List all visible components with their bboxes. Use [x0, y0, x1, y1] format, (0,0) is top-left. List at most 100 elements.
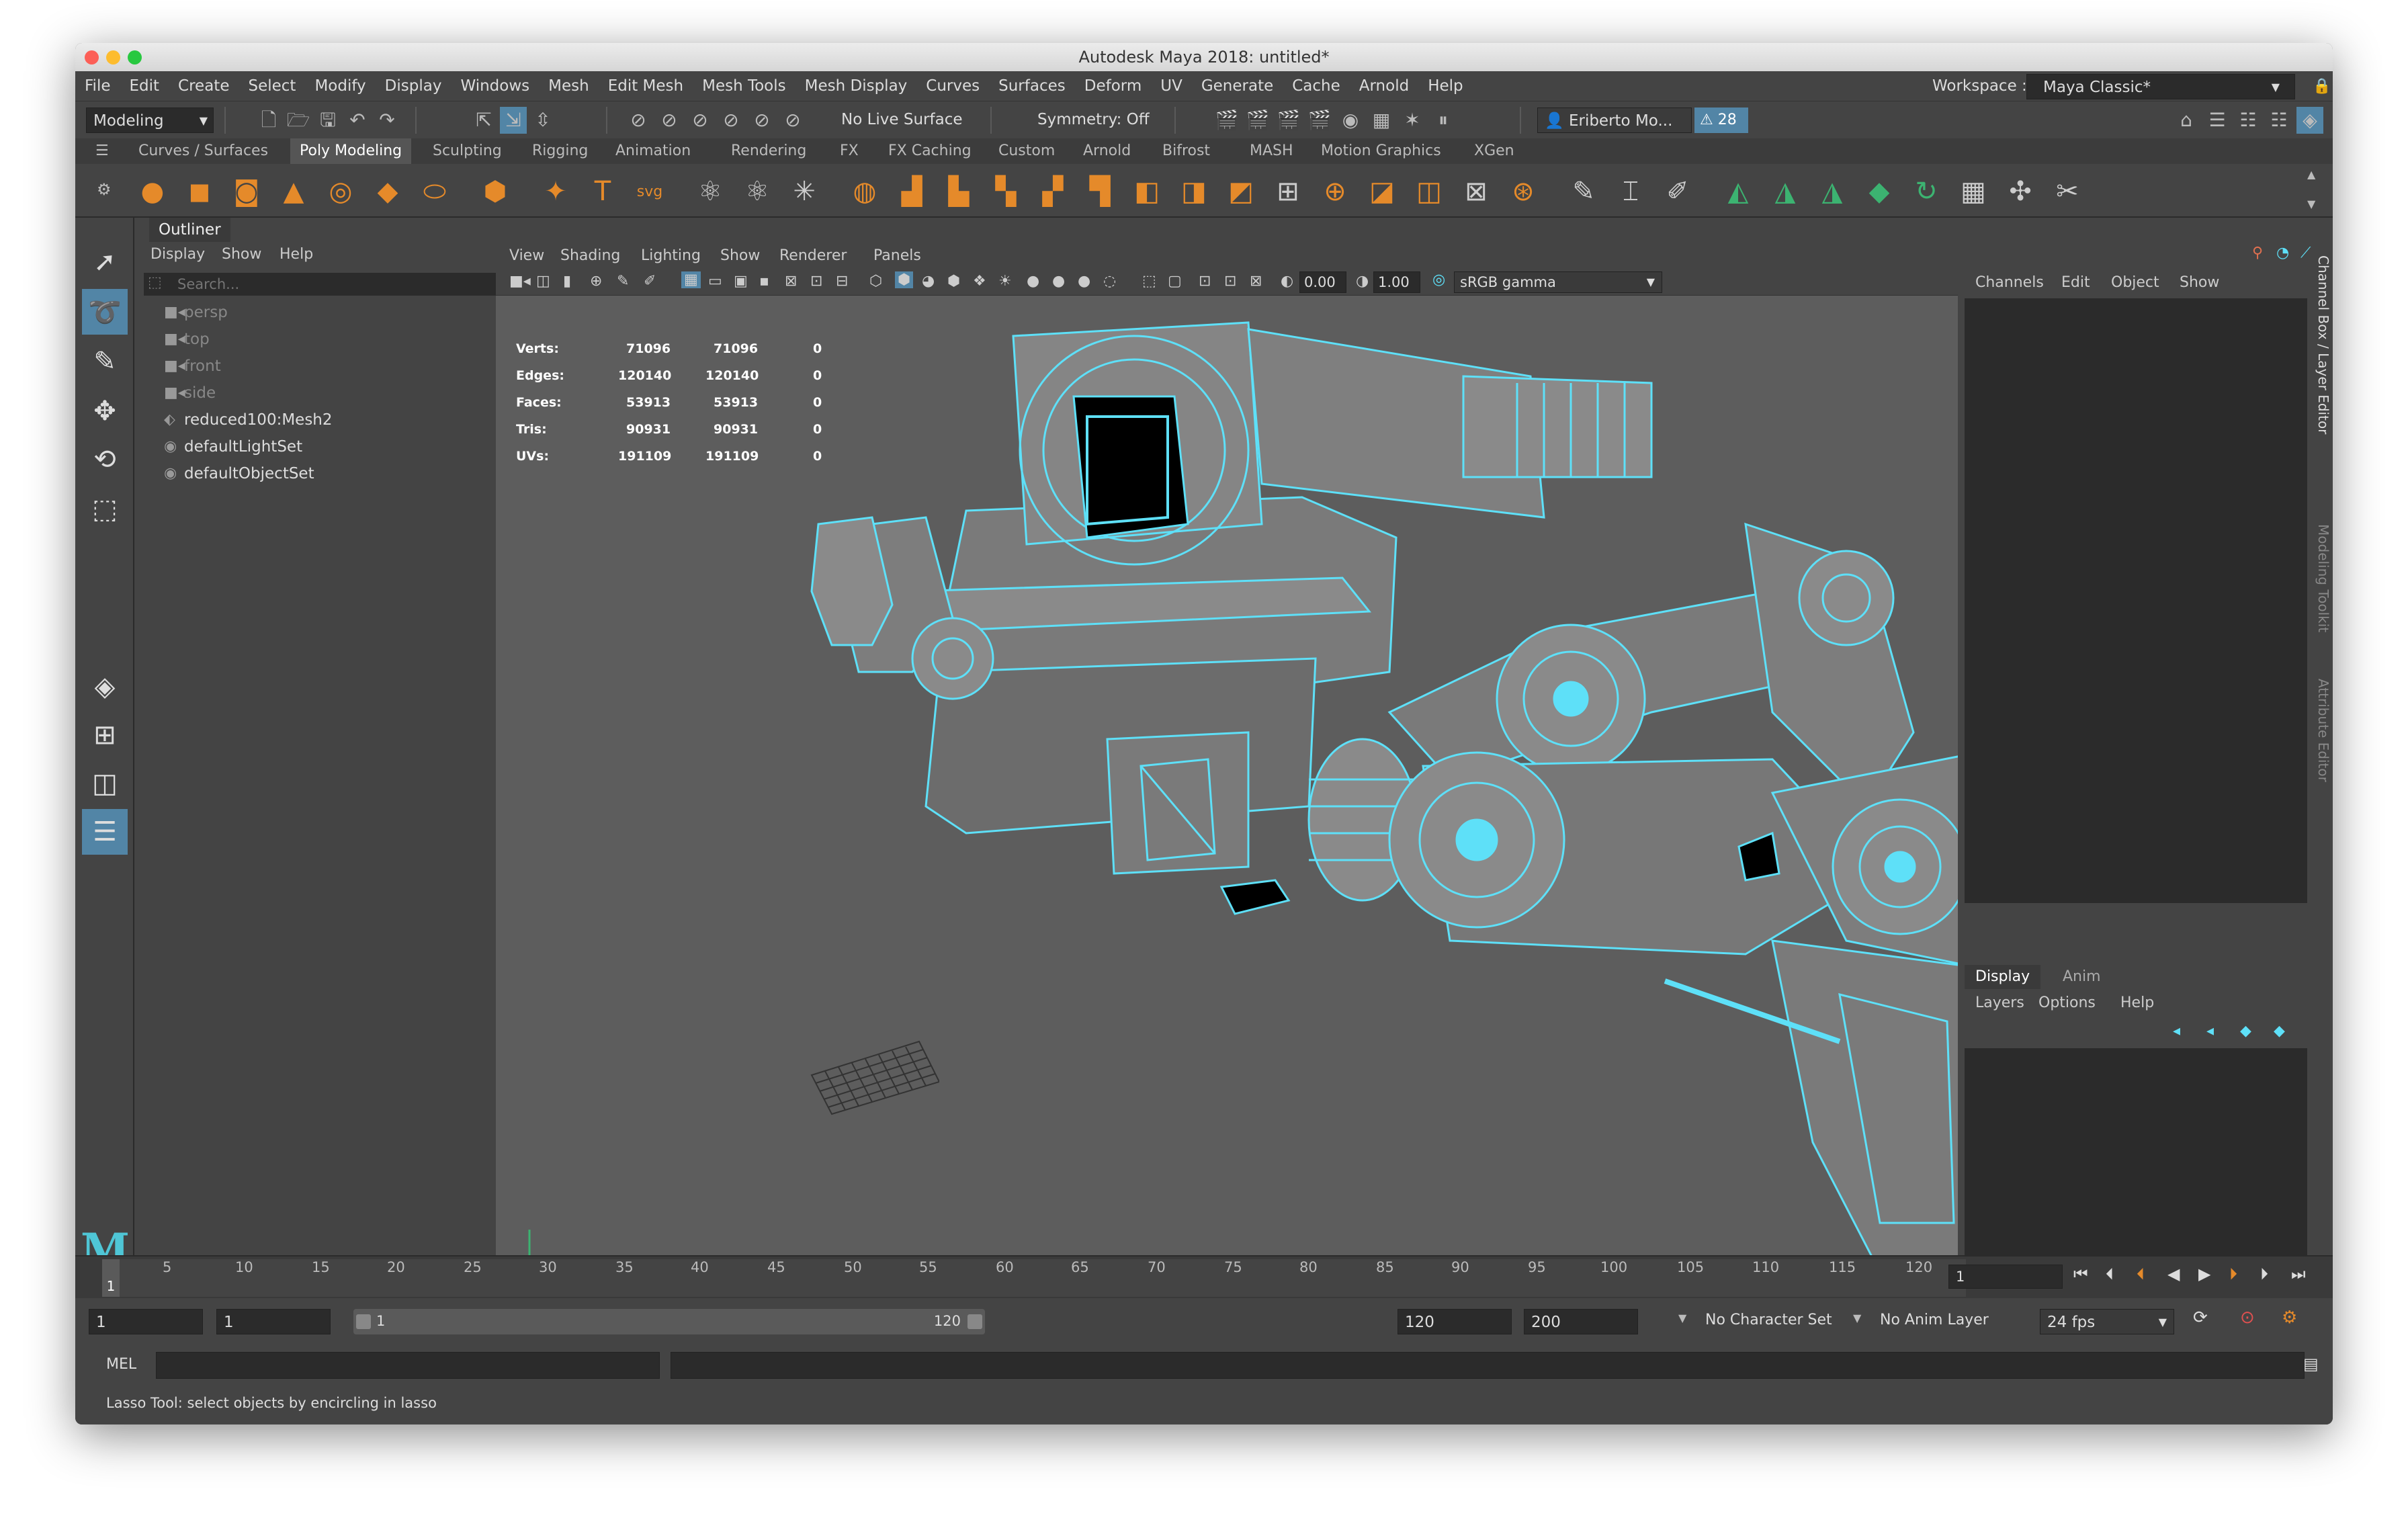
go-to-end-icon[interactable]: ⏭ [2291, 1265, 2306, 1283]
shelf-tab-fx-caching[interactable]: FX Caching [879, 138, 981, 164]
super-shape-icon[interactable]: ✦ [539, 175, 572, 208]
attribute-editor-icon[interactable]: ☰ [2204, 107, 2231, 134]
menu-mesh-tools[interactable]: Mesh Tools [693, 77, 796, 95]
shelf-menu-icon[interactable]: ☰ [95, 142, 109, 159]
planar-map-icon[interactable]: ◮ [1768, 175, 1802, 208]
select-component-icon[interactable]: ⇳ [529, 107, 556, 134]
user-dropdown[interactable]: 👤 Eriberto Mo... [1537, 108, 1692, 133]
layer-menu-options[interactable]: Options [2038, 994, 2096, 1011]
play-backwards-icon[interactable]: ◀ [2167, 1265, 2180, 1283]
symmetry-dropdown[interactable]: Symmetry: Off [1037, 111, 1150, 128]
use-all-lights-icon[interactable]: ❖ [973, 273, 986, 290]
fps-dropdown[interactable]: 24 fps ▼ [2040, 1309, 2174, 1334]
2d-pan-zoom-icon[interactable]: ✎ [617, 273, 629, 290]
snap-surface-icon[interactable]: ⊘ [748, 107, 775, 134]
shelf-scroll-up-icon[interactable]: ▲ [2307, 168, 2315, 181]
range-slider-start-handle[interactable] [356, 1314, 371, 1329]
command-input[interactable] [156, 1352, 660, 1379]
step-back-key-icon[interactable]: ⏴ [2106, 1265, 2114, 1283]
layer-menu-help[interactable]: Help [2120, 994, 2154, 1011]
edit-icon[interactable]: ⟋ [2300, 245, 2311, 261]
type-icon[interactable]: T [586, 175, 619, 208]
outliner-item-object-set[interactable]: ◉ defaultObjectSet [164, 461, 314, 486]
bridge-icon[interactable]: ▜ [1083, 175, 1117, 208]
light-editor-icon[interactable]: ✶ [1399, 107, 1426, 134]
ambient-occlusion-icon[interactable]: ● [1027, 273, 1039, 290]
go-to-start-icon[interactable]: ⏮ [2073, 1265, 2088, 1283]
boolean-union-icon[interactable]: ▟ [895, 175, 929, 208]
separate-icon[interactable]: ⚛ [740, 175, 774, 208]
menu-create[interactable]: Create [169, 77, 239, 95]
shelf-tab-curves-surfaces[interactable]: Curves / Surfaces [129, 138, 277, 164]
ipr-render-icon[interactable]: 🎬 [1275, 107, 1302, 134]
select-tool-icon[interactable]: ➚ [82, 239, 128, 285]
field-chart-icon[interactable]: ⊠ [785, 273, 797, 290]
menu-edit-mesh[interactable]: Edit Mesh [599, 77, 693, 95]
channel-menu-object[interactable]: Object [2111, 274, 2159, 291]
append-polygon-icon[interactable]: ◪ [1365, 175, 1399, 208]
command-language-label[interactable]: MEL [106, 1356, 136, 1373]
layer-editor-icon[interactable]: ◈ [2296, 107, 2323, 134]
live-surface-label[interactable]: No Live Surface [841, 111, 963, 128]
menu-help[interactable]: Help [1418, 77, 1472, 95]
layer-menu-layers[interactable]: Layers [1975, 994, 2024, 1011]
backface-culling-icon[interactable]: ⊠ [1250, 273, 1262, 290]
viewport-persp[interactable]: Verts: 71096 71096 0 Edges: 120140 12014… [496, 296, 1978, 1298]
bridge-edge-icon[interactable]: ◨ [1177, 175, 1211, 208]
channel-menu-show[interactable]: Show [2180, 274, 2219, 291]
range-slider-bar[interactable]: 1 120 [353, 1309, 985, 1334]
combine-icon[interactable]: ⚛ [693, 175, 727, 208]
script-editor-icon[interactable]: ▤ [2303, 1355, 2319, 1373]
snap-pivot-icon[interactable]: ⊘ [779, 107, 806, 134]
exposure-icon[interactable]: ◐ [1281, 273, 1293, 290]
chevron-down-icon[interactable]: ▼ [1678, 1312, 1686, 1324]
shelf-tab-poly-modeling[interactable]: Poly Modeling [290, 138, 412, 164]
viewport-menu-show[interactable]: Show [720, 247, 760, 264]
layer-tab-anim[interactable]: Anim [2052, 965, 2112, 989]
menu-arnold[interactable]: Arnold [1350, 77, 1418, 95]
shelf-tab-sculpting[interactable]: Sculpting [423, 138, 511, 164]
shelf-tab-bifrost[interactable]: Bifrost [1153, 138, 1219, 164]
platonic-solid-icon[interactable]: ⬢ [478, 175, 512, 208]
move-tool-icon[interactable]: ✥ [82, 388, 128, 434]
channel-menu-channels[interactable]: Channels [1975, 274, 2044, 291]
shelf-tab-custom[interactable]: Custom [989, 138, 1064, 164]
boolean-difference-icon[interactable]: ▙ [942, 175, 976, 208]
grease-pencil-icon[interactable]: ✐ [644, 273, 656, 290]
step-back-frame-icon[interactable]: ⏴ [2137, 1265, 2145, 1283]
menu-edit[interactable]: Edit [120, 77, 169, 95]
single-perspective-layout-icon[interactable]: ◈ [82, 664, 128, 710]
poly-sphere-icon[interactable]: ● [136, 175, 169, 208]
current-frame-field[interactable]: 1 [1948, 1265, 2063, 1289]
menu-deform[interactable]: Deform [1075, 77, 1152, 95]
svg-icon[interactable]: svg [633, 175, 666, 208]
checker-map-icon[interactable]: ▦ [1956, 175, 1990, 208]
snap-curve-icon[interactable]: ⊘ [656, 107, 683, 134]
wireframe-on-shaded-icon[interactable]: ◕ [922, 273, 935, 290]
shelf-scroll-down-icon[interactable]: ▼ [2307, 198, 2315, 210]
depth-of-field-icon[interactable]: ◌ [1103, 273, 1116, 290]
menu-surfaces[interactable]: Surfaces [989, 77, 1075, 95]
outliner-item-mesh[interactable]: ⬖ reduced100:Mesh2 [164, 407, 333, 433]
viewport-menu-lighting[interactable]: Lighting [641, 247, 701, 264]
side-tab-attribute-editor[interactable]: Attribute Editor [2315, 679, 2331, 782]
automatic-map-icon[interactable]: ↻ [1909, 175, 1943, 208]
offset-edge-loop-icon[interactable]: ✐ [1661, 175, 1694, 208]
menu-generate[interactable]: Generate [1192, 77, 1283, 95]
time-slider[interactable]: 1 5 10 15 20 25 30 35 40 45 50 55 60 65 … [75, 1255, 2333, 1298]
split-polygon-icon[interactable]: ◫ [1412, 175, 1446, 208]
motion-blur-icon[interactable]: ● [1052, 273, 1065, 290]
bevel-icon[interactable]: ◧ [1130, 175, 1164, 208]
shelf-tab-motion-graphics[interactable]: Motion Graphics [1312, 138, 1451, 164]
lasso-tool-icon[interactable]: ➰ [82, 289, 128, 335]
viewport-menu-shading[interactable]: Shading [560, 247, 620, 264]
minimize-button[interactable] [106, 50, 120, 65]
outliner-menu-display[interactable]: Display [150, 246, 205, 263]
gate-mask-icon[interactable]: ▪ [759, 273, 769, 290]
open-scene-icon[interactable]: 🗁 [285, 107, 312, 134]
outliner-item-side[interactable]: ■◂ side [164, 380, 216, 406]
menu-select[interactable]: Select [239, 77, 305, 95]
shadows-icon[interactable]: ☀ [998, 273, 1012, 290]
view-transform-dropdown[interactable]: sRGB gamma ▼ [1454, 271, 1662, 293]
snap-grid-icon[interactable]: ⊘ [625, 107, 652, 134]
